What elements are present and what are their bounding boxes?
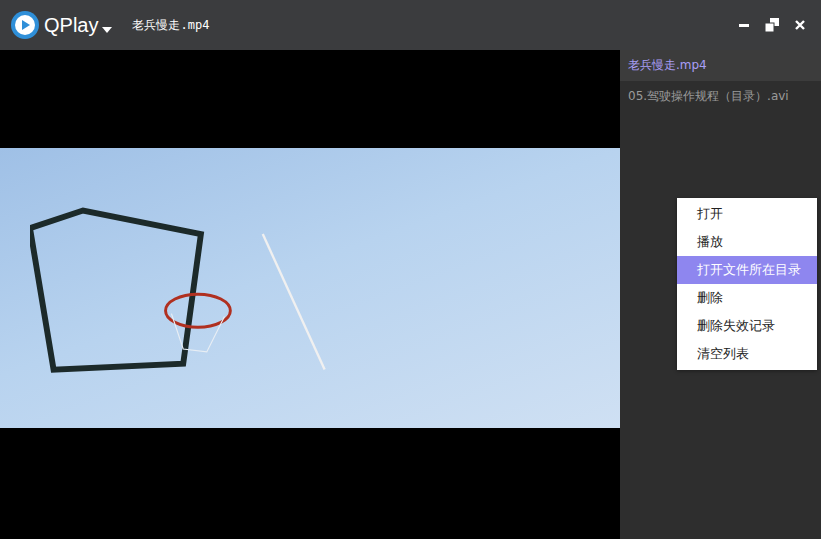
title-bar: QPlay 老兵慢走.mp4 xyxy=(0,0,821,50)
basketball-hoop-icon xyxy=(30,158,360,428)
menu-item[interactable]: 删除 xyxy=(677,284,817,312)
playlist-item[interactable]: 05.驾驶操作规程（目录）.avi xyxy=(620,81,821,112)
menu-item[interactable]: 清空列表 xyxy=(677,340,817,368)
window-controls xyxy=(737,18,811,32)
window-title: 老兵慢走.mp4 xyxy=(132,17,209,34)
menu-item[interactable]: 删除失效记录 xyxy=(677,312,817,340)
context-menu: 打开播放打开文件所在目录删除删除失效记录清空列表 xyxy=(677,198,817,370)
minimize-icon[interactable] xyxy=(737,18,751,32)
restore-icon[interactable] xyxy=(765,18,779,32)
app-name: QPlay xyxy=(44,14,98,37)
video-frame xyxy=(0,148,620,428)
dropdown-arrow-icon[interactable] xyxy=(102,27,112,35)
video-area[interactable] xyxy=(0,50,620,539)
menu-item[interactable]: 播放 xyxy=(677,228,817,256)
playlist-item[interactable]: 老兵慢走.mp4 xyxy=(620,50,821,81)
menu-item[interactable]: 打开 xyxy=(677,200,817,228)
app-menu[interactable]: QPlay xyxy=(10,10,112,40)
close-icon[interactable] xyxy=(793,18,807,32)
menu-item[interactable]: 打开文件所在目录 xyxy=(677,256,817,284)
play-logo-icon xyxy=(10,10,40,40)
